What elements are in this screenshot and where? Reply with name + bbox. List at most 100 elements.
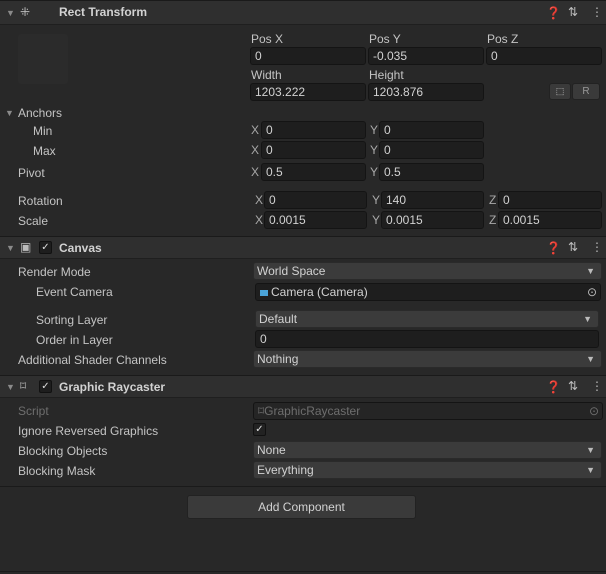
collapse-arrow-icon[interactable]: ▼ xyxy=(6,382,15,392)
scale-label: Scale xyxy=(18,214,49,228)
raycaster-icon: ⌑ xyxy=(20,379,27,393)
axis-x-label: X xyxy=(251,165,260,179)
script-label: Script xyxy=(18,404,49,418)
help-icon[interactable]: ❓ xyxy=(546,380,561,394)
more-menu-icon[interactable]: ⋮ xyxy=(591,5,603,19)
axis-y-label: Y xyxy=(370,165,379,179)
preset-icon[interactable]: ⇅ xyxy=(568,379,578,393)
canvas-header[interactable]: ▼ ▣ ✓ Canvas ❓ ⇅ ⋮ xyxy=(0,236,606,259)
scale-y-field[interactable]: 0.0015 xyxy=(381,211,484,229)
blocking-objects-value: None xyxy=(257,443,286,457)
order-in-layer-label: Order in Layer xyxy=(36,333,113,347)
preset-icon[interactable]: ⇅ xyxy=(568,5,578,19)
shader-channels-dropdown[interactable]: Nothing ▼ xyxy=(253,350,602,368)
sorting-layer-label: Sorting Layer xyxy=(36,313,108,327)
blocking-mask-value: Everything xyxy=(257,463,314,477)
script-value: GraphicRaycaster xyxy=(264,404,361,418)
shader-channels-value: Nothing xyxy=(257,352,299,366)
pos-y-label: Pos Y xyxy=(369,32,401,46)
axis-y-label: Y xyxy=(372,213,381,227)
anchor-max-x-field[interactable]: 0 xyxy=(261,141,366,159)
anchor-min-y-field[interactable]: 0 xyxy=(379,121,484,139)
collapse-arrow-icon[interactable]: ▼ xyxy=(6,243,15,253)
blueprint-mode-button[interactable]: ⬚ xyxy=(549,83,571,100)
render-mode-value: World Space xyxy=(257,264,326,278)
pivot-y-field[interactable]: 0.5 xyxy=(379,163,484,181)
rect-transform-icon: ⁜ xyxy=(20,5,31,19)
height-field[interactable]: 1203.876 xyxy=(368,83,484,101)
width-label: Width xyxy=(251,68,282,82)
rotation-x-field[interactable]: 0 xyxy=(264,191,367,209)
shader-channels-label: Additional Shader Channels xyxy=(18,353,167,367)
rotation-z-field[interactable]: 0 xyxy=(498,191,602,209)
render-mode-label: Render Mode xyxy=(18,265,91,279)
axis-z-label: Z xyxy=(489,213,497,227)
more-menu-icon[interactable]: ⋮ xyxy=(591,240,603,254)
anchor-preset-button[interactable] xyxy=(18,34,68,84)
axis-x-label: X xyxy=(255,193,264,207)
anchors-foldout-arrow-icon[interactable]: ▼ xyxy=(5,108,14,118)
event-camera-value: Camera (Camera) xyxy=(271,285,368,299)
scale-z-field[interactable]: 0.0015 xyxy=(498,211,602,229)
axis-y-label: Y xyxy=(372,193,381,207)
divider xyxy=(0,486,606,487)
rect-transform-header[interactable]: ▼ ⁜ Rect Transform ❓ ⇅ ⋮ xyxy=(0,0,606,25)
component-title: Canvas xyxy=(59,241,102,255)
ignore-reversed-label: Ignore Reversed Graphics xyxy=(18,424,159,438)
pos-z-field[interactable]: 0 xyxy=(486,47,602,65)
raycaster-enabled-checkbox[interactable]: ✓ xyxy=(39,380,52,393)
axis-x-label: X xyxy=(251,123,260,137)
rotation-y-field[interactable]: 140 xyxy=(381,191,484,209)
help-icon[interactable]: ❓ xyxy=(546,241,561,255)
pivot-x-field[interactable]: 0.5 xyxy=(261,163,366,181)
render-mode-dropdown[interactable]: World Space ▼ xyxy=(253,262,602,280)
blocking-objects-dropdown[interactable]: None ▼ xyxy=(253,441,602,459)
pivot-label: Pivot xyxy=(18,166,45,180)
preset-icon[interactable]: ⇅ xyxy=(568,240,578,254)
divider xyxy=(0,571,606,572)
chevron-down-icon: ▼ xyxy=(586,445,595,455)
anchor-max-y-field[interactable]: 0 xyxy=(379,141,484,159)
blocking-mask-label: Blocking Mask xyxy=(18,464,96,478)
scale-x-field[interactable]: 0.0015 xyxy=(264,211,367,229)
collapse-arrow-icon[interactable]: ▼ xyxy=(6,8,15,18)
chevron-down-icon: ▼ xyxy=(586,354,595,364)
add-component-button[interactable]: Add Component xyxy=(187,495,416,519)
ignore-reversed-checkbox[interactable]: ✓ xyxy=(253,423,266,436)
rotation-label: Rotation xyxy=(18,194,63,208)
max-label: Max xyxy=(33,144,56,158)
order-in-layer-field[interactable]: 0 xyxy=(255,330,599,348)
event-camera-label: Event Camera xyxy=(36,285,113,299)
anchor-min-x-field[interactable]: 0 xyxy=(261,121,366,139)
sorting-layer-value: Default xyxy=(259,312,298,326)
height-label: Height xyxy=(369,68,404,82)
object-picker-icon[interactable]: ⊙ xyxy=(587,284,597,300)
camera-icon xyxy=(260,290,268,296)
anchors-label[interactable]: Anchors xyxy=(18,106,62,120)
graphic-raycaster-header[interactable]: ▼ ⌑ ✓ Graphic Raycaster ❓ ⇅ ⋮ xyxy=(0,375,606,398)
more-menu-icon[interactable]: ⋮ xyxy=(591,379,603,393)
pos-y-field[interactable]: -0.035 xyxy=(368,47,484,65)
event-camera-field[interactable]: Camera (Camera) ⊙ xyxy=(255,283,601,301)
component-title: Rect Transform xyxy=(59,5,148,19)
chevron-down-icon: ▼ xyxy=(586,465,595,475)
raw-edit-button[interactable]: R xyxy=(572,83,600,100)
width-field[interactable]: 1203.222 xyxy=(250,83,366,101)
script-field: ⌑GraphicRaycaster ⊙ xyxy=(253,402,603,420)
object-picker-icon: ⊙ xyxy=(588,404,599,418)
axis-x-label: X xyxy=(255,213,264,227)
canvas-icon: ▣ xyxy=(20,240,32,254)
help-icon[interactable]: ❓ xyxy=(546,6,561,20)
pos-x-field[interactable]: 0 xyxy=(250,47,366,65)
pos-x-label: Pos X xyxy=(251,32,284,46)
chevron-down-icon: ▼ xyxy=(583,314,592,324)
axis-y-label: Y xyxy=(370,123,379,137)
blueprint-icon: ⬚ xyxy=(555,86,565,96)
canvas-enabled-checkbox[interactable]: ✓ xyxy=(39,241,52,254)
pos-z-label: Pos Z xyxy=(487,32,519,46)
axis-x-label: X xyxy=(251,143,260,157)
blocking-objects-label: Blocking Objects xyxy=(18,444,108,458)
sorting-layer-dropdown[interactable]: Default ▼ xyxy=(255,310,599,328)
blocking-mask-dropdown[interactable]: Everything ▼ xyxy=(253,461,602,479)
axis-y-label: Y xyxy=(370,143,379,157)
